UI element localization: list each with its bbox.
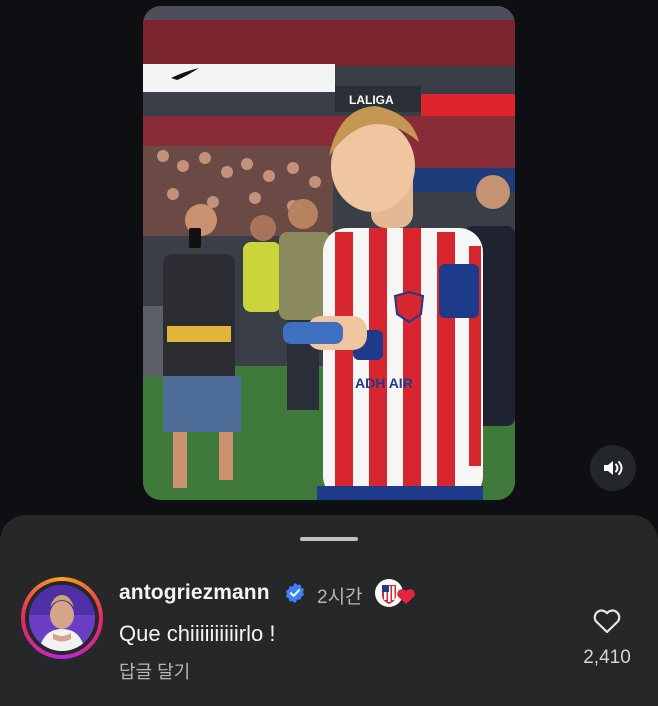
avatar[interactable] bbox=[29, 585, 95, 651]
comment-text: Que chiiiiiiiiiirlo ! bbox=[119, 621, 276, 646]
comment-sheet: antogriezmann 2시간 Que chiiiiiiiiiirlo ! … bbox=[0, 515, 658, 706]
story-ring[interactable] bbox=[21, 577, 103, 659]
creator-reaction bbox=[375, 579, 415, 607]
video-player[interactable]: LALIGA ADH AIR bbox=[143, 6, 515, 500]
laliga-board-text: LALIGA bbox=[349, 93, 394, 107]
reply-button[interactable]: 답글 달기 bbox=[119, 658, 190, 684]
speaker-volume-icon bbox=[604, 461, 623, 475]
sheet-drag-handle[interactable] bbox=[300, 537, 358, 541]
video-frame: LALIGA ADH AIR bbox=[143, 6, 515, 500]
mute-button[interactable] bbox=[590, 445, 636, 491]
comment-timestamp: 2시간 bbox=[317, 587, 363, 608]
verified-badge-icon bbox=[285, 582, 305, 604]
comment-username[interactable]: antogriezmann bbox=[119, 581, 270, 605]
like-count: 2,410 bbox=[583, 647, 631, 668]
sponsor-text: ADH AIR bbox=[355, 375, 413, 391]
like-heart-icon[interactable] bbox=[591, 605, 623, 637]
